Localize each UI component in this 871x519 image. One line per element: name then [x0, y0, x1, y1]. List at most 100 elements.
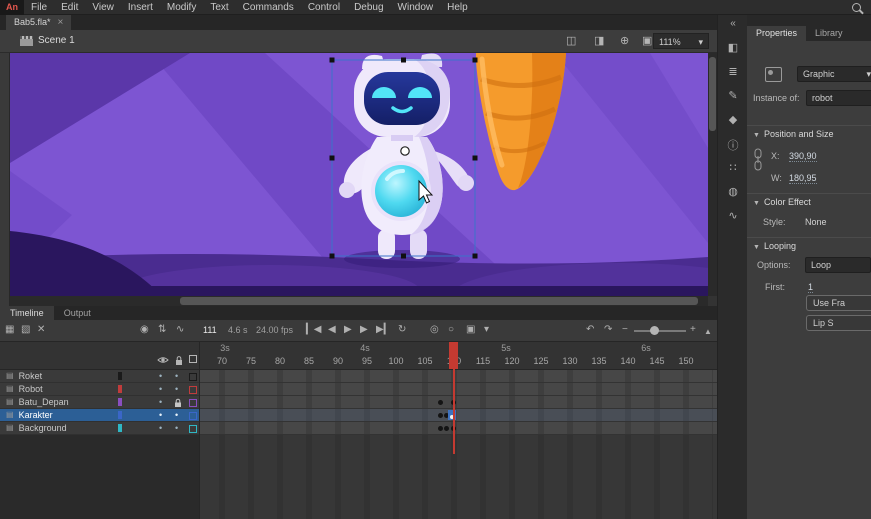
layer-outline-toggle[interactable] — [189, 386, 197, 394]
menu-help[interactable]: Help — [440, 0, 475, 15]
layer-lock-toggle[interactable]: • — [175, 383, 178, 395]
lock-icon[interactable] — [173, 398, 183, 408]
layer-lock-toggle[interactable]: • — [175, 422, 178, 434]
menu-window[interactable]: Window — [391, 0, 441, 15]
instance-name-field[interactable]: robot — [806, 90, 871, 106]
layer-visibility-toggle[interactable]: • — [159, 409, 162, 421]
layers-icon[interactable]: ≣ — [723, 65, 743, 78]
section-position-size[interactable]: ▼Position and Size — [747, 125, 871, 142]
symbol-type-select[interactable]: Graphic ▾ — [797, 66, 871, 82]
layer-lock-toggle[interactable]: • — [175, 409, 178, 421]
horizontal-scrollbar[interactable] — [10, 296, 708, 306]
stage-canvas[interactable] — [10, 53, 708, 296]
constrain-link-icon[interactable] — [753, 147, 763, 173]
onion-skin-outline-icon[interactable]: ○ — [448, 324, 454, 336]
menu-insert[interactable]: Insert — [121, 0, 160, 15]
section-looping[interactable]: ▼Looping — [747, 237, 871, 254]
tab-timeline[interactable]: Timeline — [0, 306, 54, 320]
layer-row-robot[interactable]: ▤ Robot • • — [0, 383, 199, 396]
tab-library[interactable]: Library — [806, 26, 852, 41]
keyframe-dot[interactable] — [444, 426, 449, 431]
keyframe-dot[interactable] — [438, 413, 443, 418]
layer-row-roket[interactable]: ▤ Roket • • — [0, 370, 199, 383]
style-value[interactable]: None — [805, 217, 827, 227]
eye-icon[interactable] — [157, 355, 169, 365]
modify-markers-icon[interactable]: ▾ — [484, 324, 489, 336]
edit-scene-icon[interactable]: ◫ — [566, 34, 576, 47]
outline-view-icon[interactable] — [189, 355, 197, 363]
section-color-effect[interactable]: ▼Color Effect — [747, 193, 871, 210]
redo-icon[interactable]: ↷ — [604, 324, 612, 336]
layer-visibility-toggle[interactable]: • — [159, 422, 162, 434]
first-frame-value[interactable]: 1 — [808, 282, 813, 293]
frame-ruler[interactable]: 3s 4s 5s 6s 70 75 80 85 90 95 100 105 11… — [200, 342, 717, 370]
search-icon[interactable] — [852, 3, 861, 12]
edit-symbols-icon[interactable]: ◨ — [594, 34, 604, 47]
frame-track-background[interactable] — [200, 422, 717, 435]
layer-outline-toggle[interactable] — [189, 425, 197, 433]
menu-edit[interactable]: Edit — [54, 0, 85, 15]
loop-playback-icon[interactable]: ↻ — [398, 324, 406, 336]
edit-multiple-frames-icon[interactable]: ▣ — [466, 324, 475, 336]
keyframe-dot[interactable] — [438, 426, 443, 431]
tab-properties[interactable]: Properties — [747, 26, 806, 41]
tools-strip[interactable] — [0, 53, 10, 306]
zoom-out-icon[interactable]: − — [622, 324, 628, 336]
pencil-icon[interactable]: ✎ — [723, 89, 743, 102]
camera-icon[interactable]: ◉ — [140, 324, 149, 336]
center-frame-icon[interactable]: ⊕ — [620, 34, 629, 47]
x-value[interactable]: 390,90 — [789, 151, 817, 162]
layer-row-batu-depan[interactable]: ▤ Batu_Depan • — [0, 396, 199, 409]
clip-content-icon[interactable]: ▣ — [642, 34, 652, 47]
play-button[interactable]: ▶ — [344, 324, 352, 336]
menu-text[interactable]: Text — [203, 0, 235, 15]
undo-icon[interactable]: ↶ — [586, 324, 594, 336]
timeline-zoom-slider[interactable] — [634, 330, 686, 332]
layer-visibility-toggle[interactable]: • — [159, 370, 162, 382]
use-frame-picker-button[interactable]: Use Fra — [806, 295, 871, 311]
info-icon[interactable]: ⓘ — [723, 137, 743, 150]
menu-file[interactable]: File — [24, 0, 54, 15]
frame-view-icon[interactable]: ▲ — [704, 326, 712, 338]
frame-grid[interactable] — [200, 370, 717, 435]
menu-control[interactable]: Control — [301, 0, 347, 15]
frame-rate-indicator[interactable]: 24.00 fps — [256, 325, 293, 335]
layer-row-background[interactable]: ▤ Background • • — [0, 422, 199, 435]
align-icon[interactable]: ◧ — [723, 41, 743, 54]
layer-visibility-toggle[interactable]: • — [159, 383, 162, 395]
color-icon[interactable]: ◍ — [723, 185, 743, 198]
loop-options-select[interactable]: Loop — [805, 257, 871, 273]
menu-modify[interactable]: Modify — [160, 0, 203, 15]
w-value[interactable]: 180,95 — [789, 173, 817, 184]
vertical-scrollbar-thumb[interactable] — [709, 57, 716, 131]
step-forward-button[interactable]: ▶ — [360, 324, 368, 336]
frame-track-batu-depan[interactable] — [200, 396, 717, 409]
layer-outline-toggle[interactable] — [189, 373, 197, 381]
frame-track-roket[interactable] — [200, 370, 717, 383]
transform-icon[interactable]: ∷ — [723, 161, 743, 174]
layer-lock-toggle[interactable]: • — [175, 370, 178, 382]
tab-output[interactable]: Output — [54, 306, 101, 320]
horizontal-scrollbar-thumb[interactable] — [180, 297, 698, 305]
parenting-view-icon[interactable]: ⇅ — [158, 324, 166, 336]
layer-outline-toggle[interactable] — [189, 412, 197, 420]
menu-view[interactable]: View — [85, 0, 121, 15]
lip-syncing-button[interactable]: Lip S — [806, 315, 871, 331]
lock-icon[interactable] — [174, 355, 184, 366]
keyframe-dot[interactable] — [438, 400, 443, 405]
frame-track-robot[interactable] — [200, 383, 717, 396]
current-frame-indicator[interactable]: 111 — [203, 325, 217, 335]
scene-label[interactable]: Scene 1 — [38, 35, 75, 46]
layer-outline-toggle[interactable] — [189, 399, 197, 407]
go-to-first-frame-button[interactable]: ▎◀ — [306, 324, 321, 336]
new-folder-icon[interactable]: ▧ — [21, 324, 30, 336]
app-logo[interactable]: An — [0, 0, 24, 15]
go-to-last-frame-button[interactable]: ▶▎ — [376, 324, 391, 336]
layer-row-karakter[interactable]: ▤ Karakter • • — [0, 409, 199, 422]
zoom-select[interactable]: 111% ▾ — [653, 33, 709, 49]
playhead-line[interactable] — [453, 342, 455, 454]
frame-track-karakter[interactable] — [200, 409, 717, 422]
delete-layer-icon[interactable]: ✕ — [37, 324, 45, 336]
step-back-button[interactable]: ◀ — [328, 324, 336, 336]
graph-view-icon[interactable]: ∿ — [176, 324, 184, 336]
